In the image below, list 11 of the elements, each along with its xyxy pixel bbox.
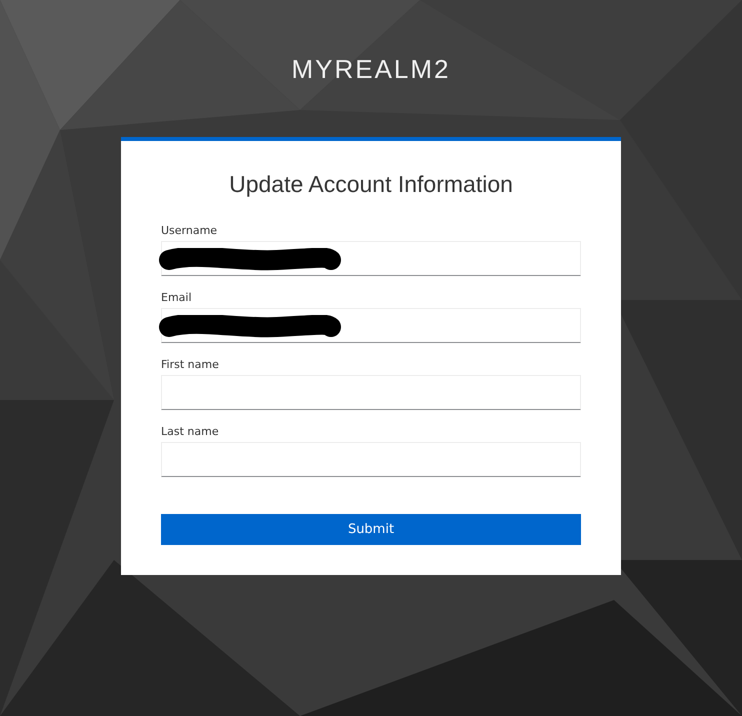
- input-field[interactable]: [161, 241, 581, 276]
- field-label: Username: [161, 224, 218, 237]
- field-label: First name: [161, 358, 220, 371]
- input-field[interactable]: [161, 375, 581, 410]
- input-field[interactable]: [161, 442, 581, 477]
- realm-title: MYREALM2: [291, 54, 451, 85]
- submit-button[interactable]: Submit: [161, 514, 581, 545]
- field-label: Last name: [161, 425, 220, 438]
- field-label: Email: [161, 291, 193, 304]
- input-field[interactable]: [161, 308, 581, 343]
- form-heading: Update Account Information: [228, 171, 514, 198]
